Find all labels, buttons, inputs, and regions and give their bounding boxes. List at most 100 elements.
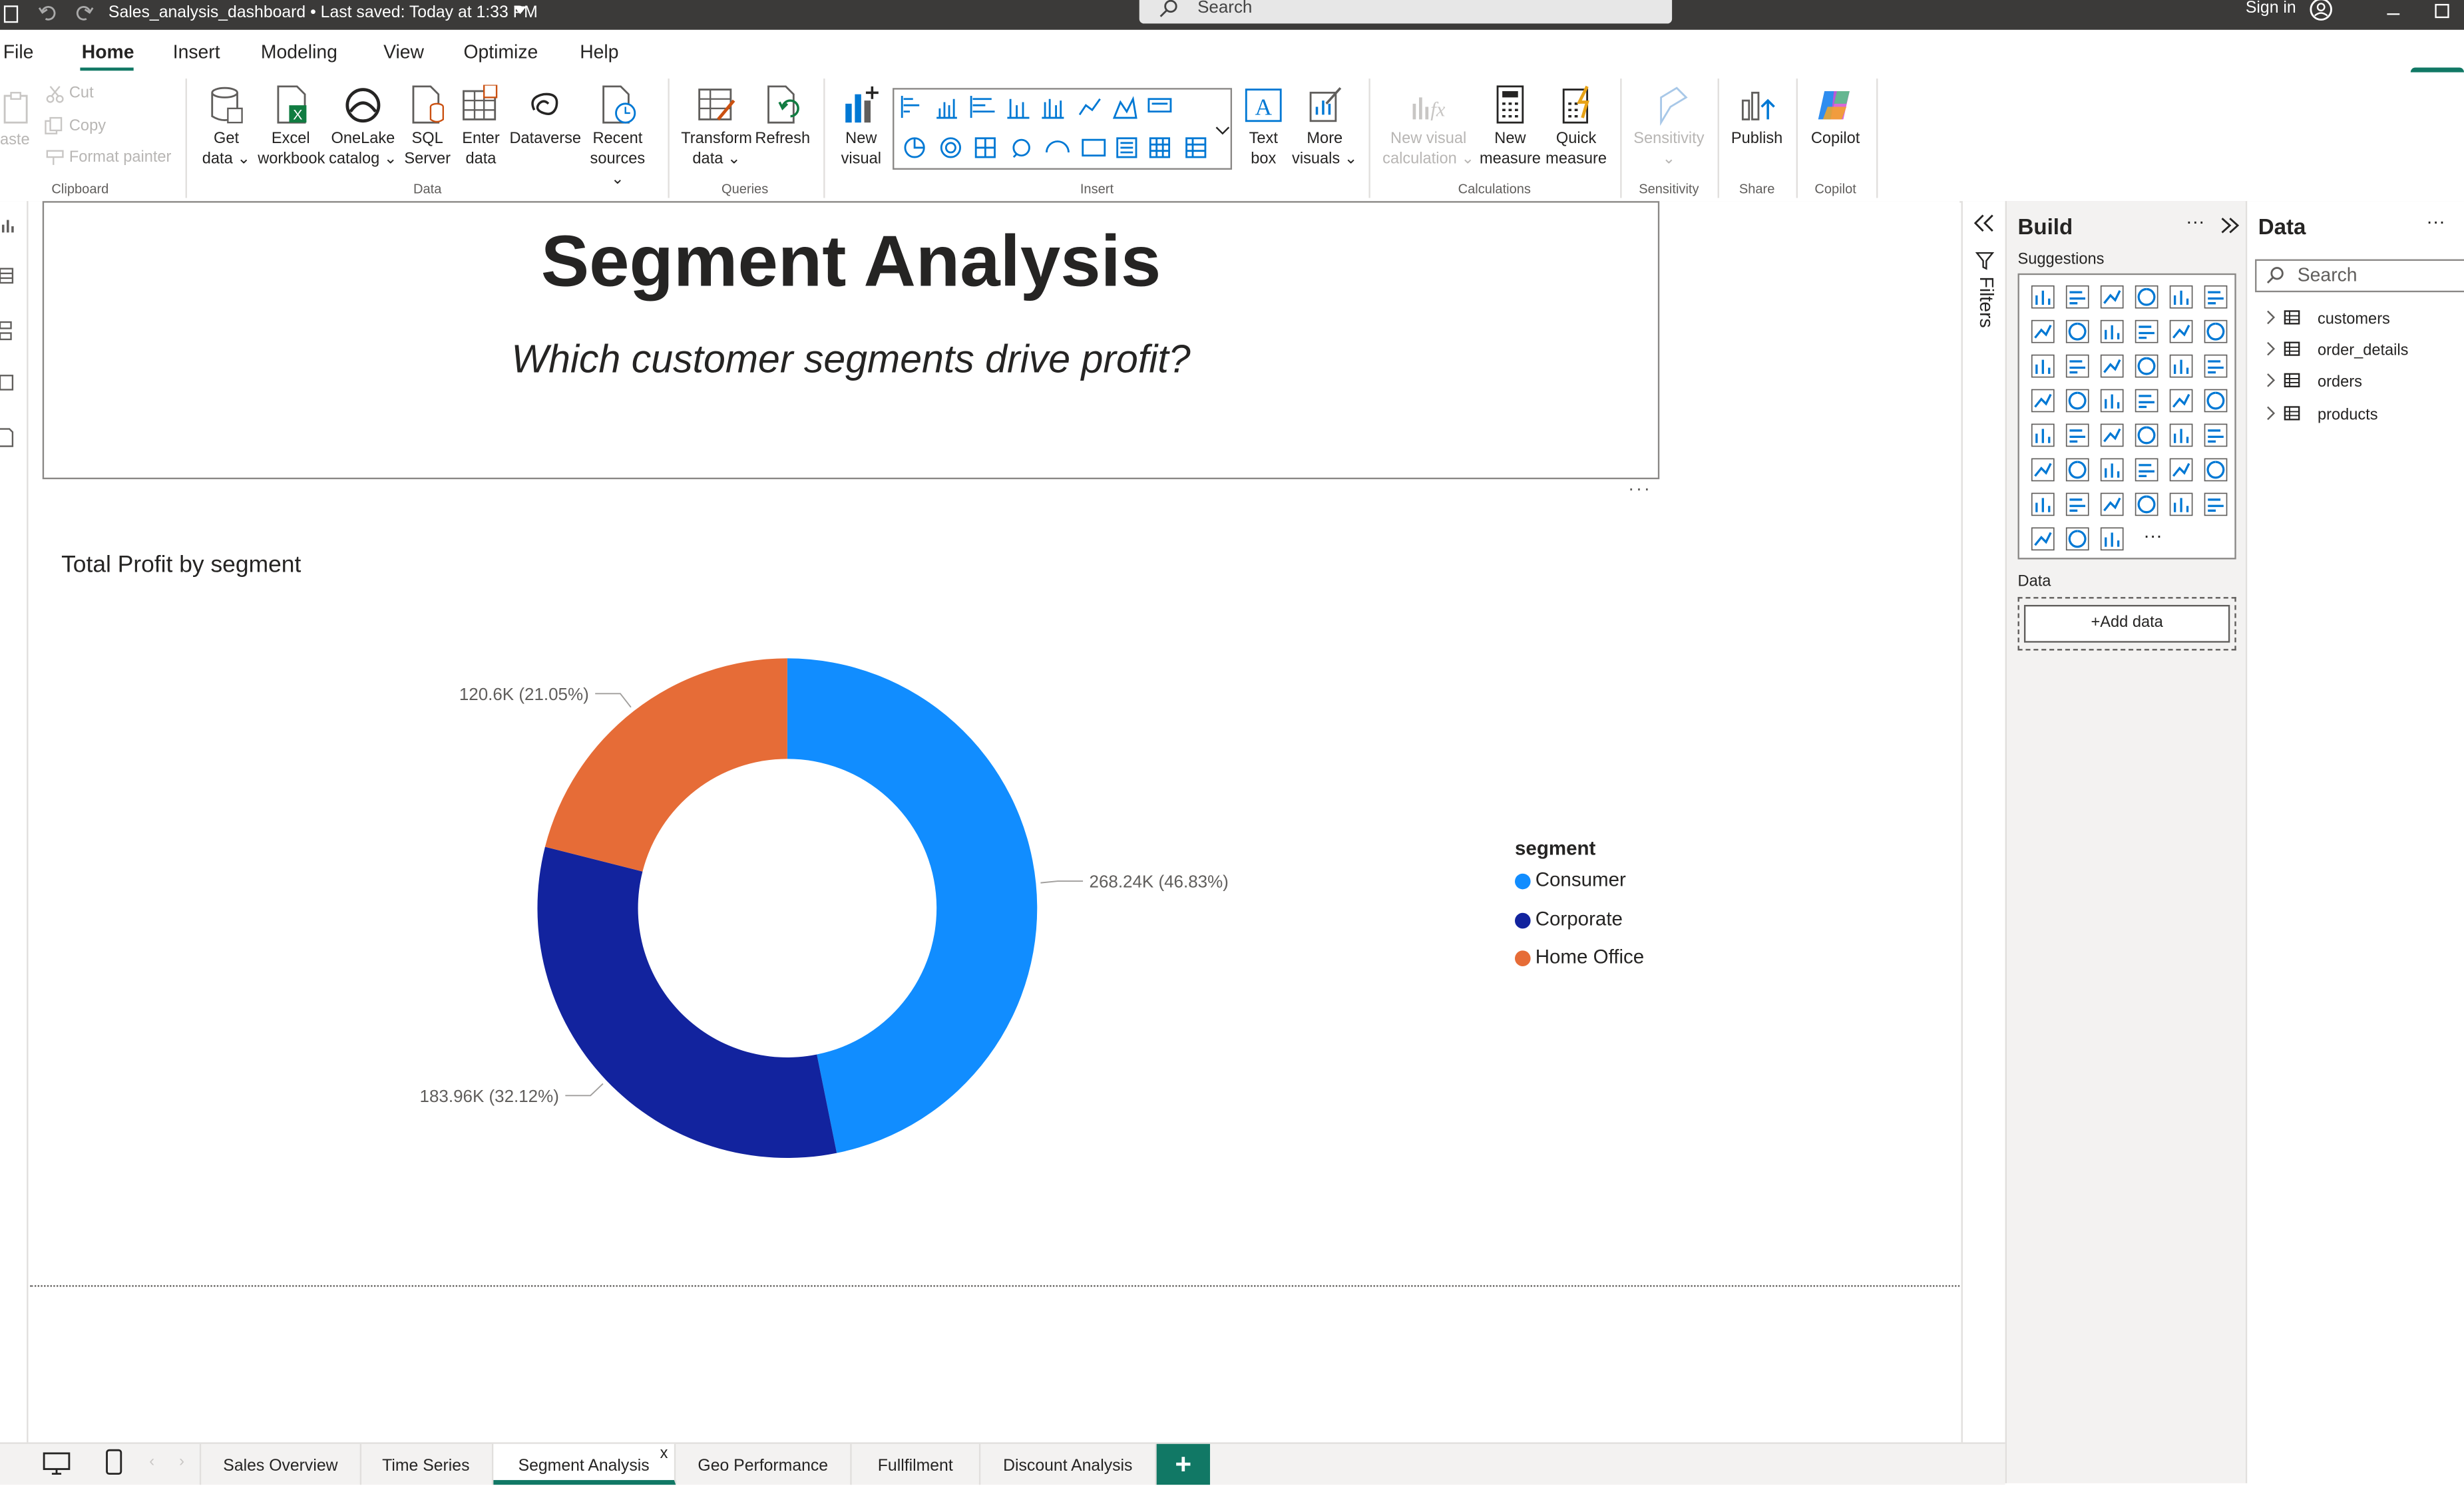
- visual-type-icon[interactable]: [2031, 527, 2055, 551]
- visual-type-icon[interactable]: [2169, 389, 2193, 413]
- add-data-button[interactable]: +Add data: [2023, 604, 2230, 643]
- new-visual-calculation-button[interactable]: fx New visual calculation ⌄: [1380, 85, 1477, 169]
- desktop-layout-icon[interactable]: [43, 1452, 71, 1477]
- visual-type-icon[interactable]: [2204, 423, 2228, 447]
- visual-type-icon[interactable]: ···: [2143, 526, 2162, 547]
- visual-type-icon[interactable]: [2031, 319, 2055, 343]
- page-tab-fullfilment[interactable]: Fullfilment: [852, 1443, 981, 1485]
- visual-more-options-button[interactable]: ···: [1628, 478, 1651, 500]
- chevron-down-icon[interactable]: [514, 6, 526, 15]
- visual-type-icon[interactable]: [2135, 458, 2158, 482]
- mobile-layout-icon[interactable]: [105, 1449, 124, 1477]
- add-page-button[interactable]: +: [1156, 1443, 1210, 1485]
- visual-type-icon[interactable]: [2100, 527, 2124, 551]
- dax-query-view-icon[interactable]: [0, 374, 16, 393]
- page-tab-geo-performance[interactable]: Geo Performance: [676, 1443, 852, 1485]
- get-data-button[interactable]: Get data ⌄: [198, 85, 254, 169]
- visual-type-icon[interactable]: [2065, 492, 2089, 516]
- recent-sources-button[interactable]: Recent sources ⌄: [582, 85, 654, 190]
- page-tab-discount-analysis[interactable]: Discount Analysis: [980, 1443, 1157, 1485]
- expand-left-icon[interactable]: [1973, 214, 1995, 232]
- sensitivity-button[interactable]: Sensitivity ⌄: [1628, 85, 1710, 169]
- data-table-orders[interactable]: orders: [2266, 373, 2362, 391]
- maximize-icon[interactable]: [2433, 1, 2451, 20]
- prev-page-icon[interactable]: ‹: [149, 1453, 154, 1471]
- visual-type-icon[interactable]: [2135, 285, 2158, 309]
- next-page-icon[interactable]: ›: [179, 1453, 184, 1471]
- collapse-right-icon[interactable]: [2220, 217, 2240, 234]
- visual-type-icon[interactable]: [2135, 319, 2158, 343]
- dataverse-button[interactable]: Dataverse: [508, 85, 583, 149]
- visual-type-icon[interactable]: [2204, 354, 2228, 378]
- donut-slice-corporate[interactable]: [537, 846, 837, 1159]
- visual-type-icon[interactable]: [2031, 354, 2055, 378]
- redo-icon[interactable]: [75, 3, 94, 22]
- visual-type-icon[interactable]: [2169, 319, 2193, 343]
- menu-help[interactable]: Help: [580, 41, 618, 63]
- visual-type-icon[interactable]: [2100, 354, 2124, 378]
- model-view-icon[interactable]: [0, 321, 16, 343]
- user-avatar-icon[interactable]: [2308, 0, 2334, 23]
- data-search-input[interactable]: Search: [2255, 259, 2464, 293]
- more-visuals-button[interactable]: More visuals ⌄: [1292, 85, 1358, 169]
- publish-button[interactable]: Publish: [1725, 85, 1788, 149]
- filters-pane-collapsed[interactable]: Filters: [1961, 201, 2007, 1443]
- visual-type-icon[interactable]: [2135, 354, 2158, 378]
- new-measure-button[interactable]: New measure: [1479, 85, 1541, 169]
- visual-type-icon[interactable]: [2169, 492, 2193, 516]
- legend-item-corporate[interactable]: Corporate: [1515, 907, 1644, 946]
- donut-slice-consumer[interactable]: [787, 658, 1038, 1153]
- data-table-customers[interactable]: customers: [2266, 309, 2390, 328]
- visual-type-icon[interactable]: [2100, 285, 2124, 309]
- donut-chart[interactable]: 268.24K (46.83%) 183.96K (32.12%) 120.6K (…: [28, 578, 1959, 1270]
- quick-measure-button[interactable]: Quick measure: [1543, 85, 1609, 169]
- page-tab-segment-analysis[interactable]: Segment Analysis x: [493, 1443, 676, 1485]
- sql-server-button[interactable]: SQL Server: [402, 85, 453, 169]
- page-tab-sales-overview[interactable]: Sales Overview: [199, 1443, 362, 1485]
- visual-type-icon[interactable]: [2065, 423, 2089, 447]
- visual-type-icon[interactable]: [2065, 319, 2089, 343]
- visual-type-icon[interactable]: [2169, 354, 2193, 378]
- menu-home[interactable]: Home: [82, 41, 134, 63]
- visual-type-icon[interactable]: [2031, 458, 2055, 482]
- excel-workbook-button[interactable]: X Excel workbook: [258, 85, 325, 169]
- legend-item-consumer[interactable]: Consumer: [1515, 869, 1644, 908]
- visual-type-icon[interactable]: [2135, 492, 2158, 516]
- copilot-button[interactable]: Copilot: [1804, 85, 1866, 149]
- paste-button[interactable]: aste: [0, 132, 30, 149]
- visual-type-icon[interactable]: [2135, 389, 2158, 413]
- visual-type-icon[interactable]: [2065, 458, 2089, 482]
- text-box-button[interactable]: A Text box: [1238, 85, 1289, 169]
- visual-type-icon[interactable]: [2065, 389, 2089, 413]
- enter-data-button[interactable]: Enter data: [456, 85, 507, 169]
- close-tab-icon[interactable]: x: [660, 1433, 668, 1477]
- visual-type-icon[interactable]: [2169, 458, 2193, 482]
- menu-view[interactable]: View: [383, 41, 424, 63]
- legend-item-home-office[interactable]: Home Office: [1515, 946, 1644, 984]
- report-view-icon[interactable]: [0, 217, 16, 236]
- title-textbox[interactable]: Segment Analysis Which customer segments…: [42, 201, 1660, 480]
- undo-icon[interactable]: [38, 3, 57, 22]
- visual-type-icon[interactable]: [2204, 285, 2228, 309]
- menu-optimize[interactable]: Optimize: [463, 41, 538, 63]
- visual-type-icon[interactable]: [2031, 285, 2055, 309]
- visual-type-icon[interactable]: [2100, 423, 2124, 447]
- cut-button[interactable]: Cut: [69, 85, 94, 102]
- visual-type-icon[interactable]: [2204, 458, 2228, 482]
- format-painter-button[interactable]: Format painter: [69, 149, 172, 166]
- minimize-icon[interactable]: [2385, 5, 2401, 21]
- visual-type-icon[interactable]: [2135, 423, 2158, 447]
- visual-type-icon[interactable]: [2100, 319, 2124, 343]
- visual-type-icon[interactable]: [2100, 389, 2124, 413]
- sign-in-link[interactable]: Sign in: [2246, 0, 2296, 17]
- visual-type-icon[interactable]: [2100, 458, 2124, 482]
- page-tab-time-series[interactable]: Time Series: [360, 1443, 494, 1485]
- tmdl-view-icon[interactable]: [0, 427, 16, 449]
- visual-type-icon[interactable]: [2204, 389, 2228, 413]
- copy-button[interactable]: Copy: [69, 118, 106, 135]
- global-search-input[interactable]: Search: [1139, 0, 1673, 24]
- refresh-button[interactable]: Refresh: [754, 85, 811, 149]
- onelake-catalog-button[interactable]: OneLake catalog ⌄: [327, 85, 399, 169]
- visual-type-icon[interactable]: [2065, 527, 2089, 551]
- visual-gallery[interactable]: [893, 88, 1233, 170]
